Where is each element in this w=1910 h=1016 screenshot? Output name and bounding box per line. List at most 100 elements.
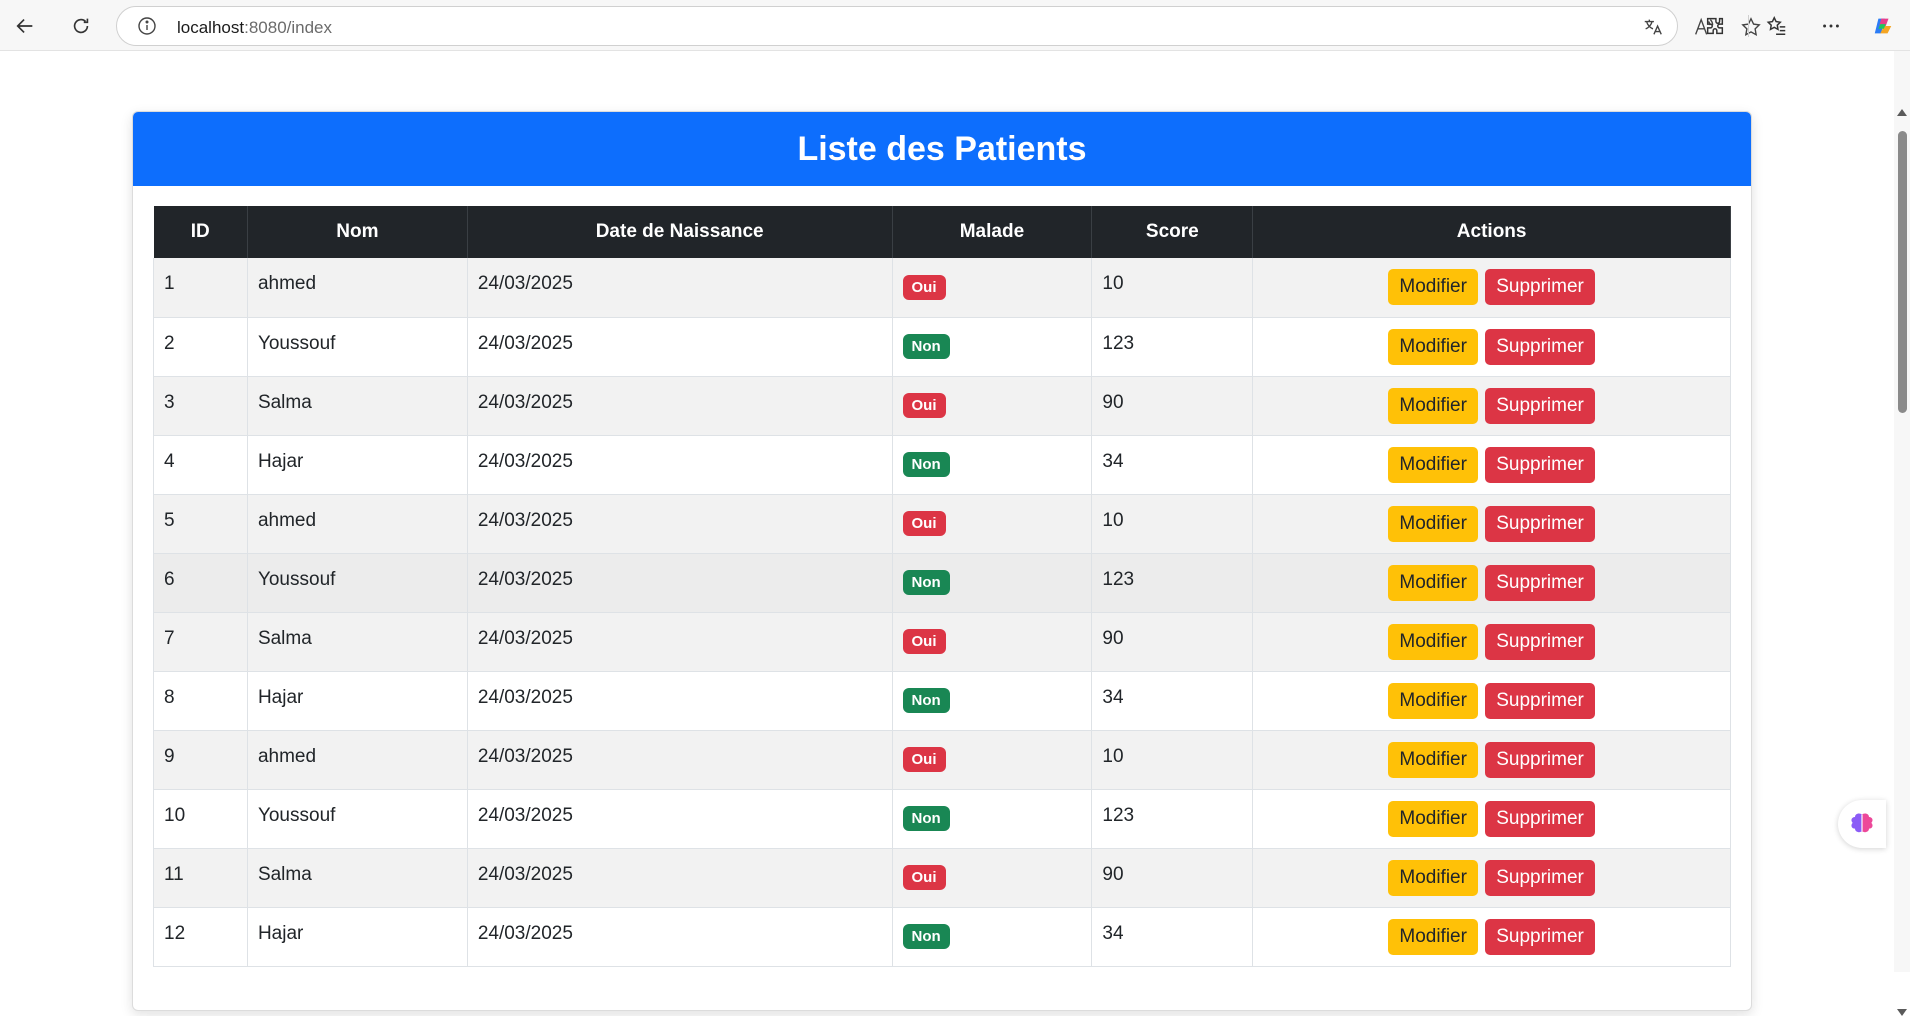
cell-malade: Non	[892, 435, 1093, 495]
cell-score-text: 90	[1102, 627, 1124, 649]
copilot-icon[interactable]	[1868, 12, 1898, 40]
status-badge: Non	[902, 806, 950, 831]
supprimer-button[interactable]: Supprimer	[1485, 387, 1595, 424]
cell-score: 10	[1091, 730, 1254, 790]
cell-score-text: 123	[1102, 804, 1135, 826]
cell-date: 24/03/2025	[467, 730, 893, 790]
table-row: 4 Hajar 24/03/2025 Non 34 Modifier Supprimer	[153, 435, 1731, 495]
cell-id: 10	[153, 789, 248, 849]
status-badge: Oui	[902, 393, 946, 418]
modifier-button[interactable]: Modifier	[1388, 446, 1478, 483]
column-header-score: Score	[1091, 206, 1254, 258]
modifier-button[interactable]: Modifier	[1388, 800, 1478, 837]
cell-actions: Modifier Supprimer	[1252, 376, 1731, 436]
extensions-icon[interactable]	[1700, 12, 1730, 40]
modifier-button[interactable]: Modifier	[1388, 859, 1478, 896]
modifier-button[interactable]: Modifier	[1388, 623, 1478, 660]
modifier-button[interactable]: Modifier	[1388, 682, 1478, 719]
cell-score-text: 34	[1102, 922, 1124, 944]
modifier-button[interactable]: Modifier	[1388, 564, 1478, 601]
supprimer-button[interactable]: Supprimer	[1485, 623, 1595, 660]
url-text[interactable]: localhost:8080/index	[177, 18, 332, 38]
supprimer-button[interactable]: Supprimer	[1485, 741, 1595, 778]
modifier-button[interactable]: Modifier	[1388, 918, 1478, 955]
cell-nom-text: Hajar	[257, 686, 304, 708]
column-header-actions: Actions	[1252, 206, 1731, 258]
cell-nom: Hajar	[247, 671, 468, 731]
scroll-up-arrow-icon[interactable]	[1897, 109, 1907, 116]
favorite-icon[interactable]	[1739, 15, 1763, 39]
supprimer-button[interactable]: Supprimer	[1485, 446, 1595, 483]
brain-assistant-icon[interactable]	[1838, 800, 1886, 848]
info-icon[interactable]	[137, 16, 157, 36]
patients-table: ID Nom Date de Naissance Malade Score Ac…	[153, 206, 1731, 967]
status-badge: Non	[902, 688, 950, 713]
cell-nom-text: Hajar	[257, 450, 304, 472]
translate-icon[interactable]	[1641, 15, 1665, 39]
table-row: 8 Hajar 24/03/2025 Non 34 Modifier Supprimer	[153, 671, 1731, 731]
cell-date-text: 24/03/2025	[477, 627, 573, 649]
cell-malade: Oui	[892, 612, 1093, 672]
supprimer-button[interactable]: Supprimer	[1485, 682, 1595, 719]
vertical-scrollbar[interactable]	[1894, 51, 1910, 1016]
cell-id-text: 9	[164, 745, 175, 767]
cell-nom-text: Youssouf	[257, 332, 336, 354]
back-icon[interactable]	[10, 12, 40, 40]
modifier-button[interactable]: Modifier	[1388, 741, 1478, 778]
supprimer-button[interactable]: Supprimer	[1485, 269, 1595, 306]
modifier-button[interactable]: Modifier	[1388, 328, 1478, 365]
scrollbar-thumb[interactable]	[1898, 131, 1907, 413]
cell-nom: Salma	[247, 376, 468, 436]
cell-score: 90	[1091, 612, 1254, 672]
cell-date-text: 24/03/2025	[477, 686, 573, 708]
cell-nom-text: Salma	[257, 391, 312, 413]
modifier-button[interactable]: Modifier	[1388, 269, 1478, 306]
cell-nom-text: Youssouf	[257, 568, 336, 590]
cell-malade: Non	[892, 553, 1093, 613]
table-row: 11 Salma 24/03/2025 Oui 90 Modifier Supprimer	[153, 848, 1731, 908]
toolbar-separator	[1748, 15, 1749, 37]
supprimer-button[interactable]: Supprimer	[1485, 918, 1595, 955]
cell-malade: Non	[892, 671, 1093, 731]
cell-date: 24/03/2025	[467, 553, 893, 613]
address-bar[interactable]: localhost:8080/index	[116, 6, 1761, 46]
cell-id: 11	[153, 848, 248, 908]
modifier-button[interactable]: Modifier	[1388, 387, 1478, 424]
cell-score: 10	[1091, 258, 1254, 318]
cell-nom-text: ahmed	[257, 509, 317, 531]
cell-date: 24/03/2025	[467, 317, 893, 377]
supprimer-button[interactable]: Supprimer	[1485, 505, 1595, 542]
table-row: 1 ahmed 24/03/2025 Oui 10 Modifier Supprimer	[153, 258, 1731, 318]
supprimer-button[interactable]: Supprimer	[1485, 859, 1595, 896]
column-header-malade: Malade	[892, 206, 1093, 258]
reload-icon[interactable]	[66, 12, 96, 40]
table-row: 9 ahmed 24/03/2025 Oui 10 Modifier Supprimer	[153, 730, 1731, 790]
more-icon[interactable]	[1816, 12, 1846, 40]
supprimer-button[interactable]: Supprimer	[1485, 564, 1595, 601]
cell-actions: Modifier Supprimer	[1252, 789, 1731, 849]
cell-malade: Oui	[892, 376, 1093, 436]
card-header: Liste des Patients	[133, 112, 1751, 186]
cell-id-text: 1	[164, 273, 175, 295]
modifier-button[interactable]: Modifier	[1388, 505, 1478, 542]
patients-card: Liste des Patients ID Nom Date de Naissa…	[132, 111, 1752, 1011]
cell-malade: Oui	[892, 258, 1093, 318]
cell-score: 90	[1091, 376, 1254, 436]
cell-actions: Modifier Supprimer	[1252, 258, 1731, 318]
cell-nom: Youssouf	[247, 553, 468, 613]
table-row: 12 Hajar 24/03/2025 Non 34 Modifier Supprimer	[153, 907, 1731, 967]
url-path: :8080/index	[244, 18, 333, 37]
cell-score: 10	[1091, 494, 1254, 554]
cell-id: 2	[153, 317, 248, 377]
table-row: 10 Youssouf 24/03/2025 Non 123 Modifier Suppr…	[153, 789, 1731, 849]
table-row: 6 Youssouf 24/03/2025 Non 123 Modifier Suppri…	[153, 553, 1731, 613]
scroll-down-arrow-icon[interactable]	[1897, 1009, 1907, 1016]
supprimer-button[interactable]: Supprimer	[1485, 328, 1595, 365]
cell-date: 24/03/2025	[467, 494, 893, 554]
cell-score-text: 10	[1102, 273, 1124, 295]
favorites-list-icon[interactable]	[1762, 12, 1792, 40]
cell-nom: ahmed	[247, 730, 468, 790]
status-badge: Oui	[902, 747, 946, 772]
supprimer-button[interactable]: Supprimer	[1485, 800, 1595, 837]
table-row: 3 Salma 24/03/2025 Oui 90 Modifier Supprimer	[153, 376, 1731, 436]
